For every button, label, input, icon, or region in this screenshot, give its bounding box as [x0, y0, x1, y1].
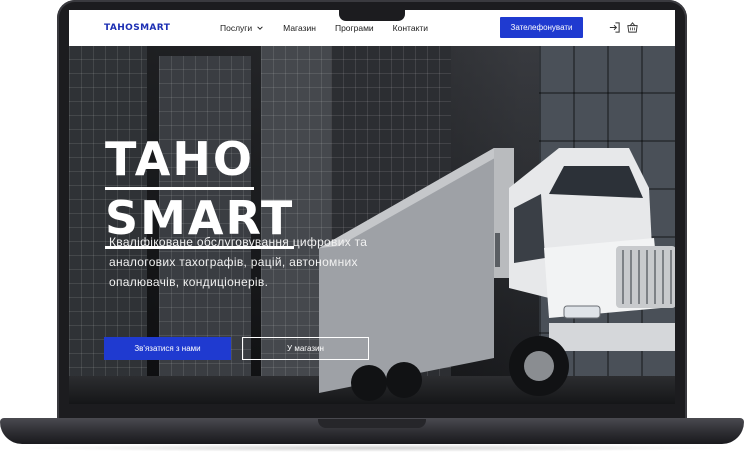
- nav-item-services[interactable]: Послуги: [220, 23, 264, 33]
- hero-section: TAHO SMART Кваліфіковане обслуговування …: [69, 46, 675, 404]
- nav-item-label: Послуги: [220, 23, 253, 33]
- contact-us-button[interactable]: Зв'язатися з нами: [104, 337, 231, 360]
- hero-subtitle: Кваліфіковане обслуговування цифрових та…: [109, 235, 368, 289]
- nav-item-label: Програми: [334, 23, 374, 33]
- login-icon[interactable]: [608, 21, 621, 34]
- chevron-down-icon: [257, 26, 263, 30]
- hero-title-line-1: TAHO: [105, 131, 255, 190]
- cart-icon[interactable]: [626, 21, 639, 34]
- call-button[interactable]: Зателефонувати: [500, 17, 583, 38]
- nav-item-shop[interactable]: Магазин: [283, 23, 316, 33]
- nav-item-label: Магазин: [283, 23, 316, 33]
- nav-item-programs[interactable]: Програми: [335, 23, 374, 33]
- nav-item-contacts[interactable]: Контакти: [393, 23, 428, 33]
- to-shop-button[interactable]: У магазин: [242, 337, 369, 360]
- laptop-shadow: [10, 444, 734, 452]
- main-nav: Послуги Магазин Програми Контакти: [220, 23, 428, 33]
- nav-item-label: Контакти: [392, 23, 429, 33]
- laptop-hinge-notch: [318, 419, 426, 428]
- site-logo[interactable]: TAHOSMART: [104, 23, 170, 33]
- camera-notch: [339, 10, 405, 21]
- laptop-screen: TAHOSMART Послуги Магазин Програми Конта…: [69, 10, 675, 404]
